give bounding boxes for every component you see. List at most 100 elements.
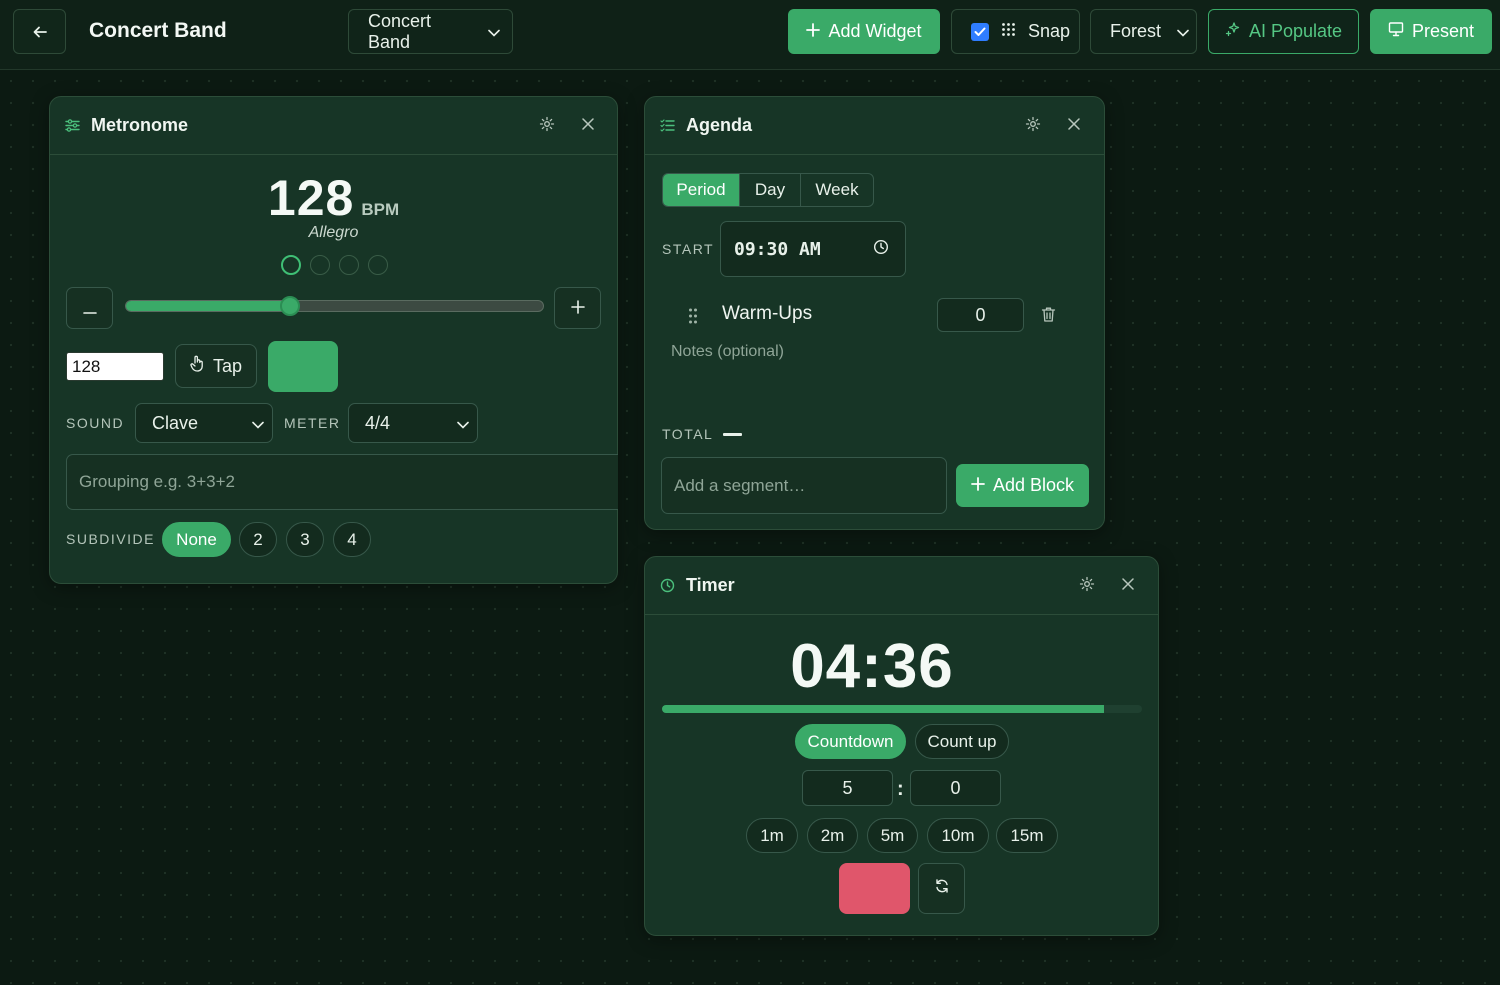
meter-select[interactable]: 4/4 — [348, 403, 478, 443]
segment-minutes-input[interactable]: 0 — [937, 298, 1024, 332]
sparkles-icon — [1225, 21, 1241, 42]
present-label: Present — [1411, 21, 1475, 41]
start-time-input[interactable]: 09:30 AM — [720, 221, 906, 277]
class-select[interactable]: Concert Band — [348, 9, 513, 54]
add-widget-label: Add Widget — [828, 21, 922, 41]
tab-period[interactable]: Period — [663, 174, 740, 206]
bpm-slider[interactable] — [125, 300, 544, 312]
beat-dot-3 — [339, 255, 359, 275]
chevron-down-icon — [1177, 21, 1189, 42]
increase-bpm-button[interactable] — [554, 287, 601, 329]
drag-handle-icon[interactable] — [688, 308, 698, 329]
subdivide-option-3[interactable]: 3 — [286, 522, 324, 557]
metronome-header[interactable]: Metronome — [50, 97, 617, 155]
clock-icon — [660, 578, 675, 593]
minus-icon — [82, 297, 97, 320]
chevron-down-icon — [488, 21, 500, 42]
plus-icon — [806, 21, 821, 42]
present-button[interactable]: Present — [1370, 9, 1492, 54]
snap-checkbox[interactable] — [971, 22, 989, 41]
timer-display: 04:36 — [790, 632, 954, 701]
mode-countdown[interactable]: Countdown — [795, 724, 906, 759]
tempo-name: Allegro — [308, 224, 359, 241]
theme-select[interactable]: Forest — [1090, 9, 1197, 54]
plus-icon — [570, 297, 585, 320]
time-separator: : — [897, 778, 904, 800]
subdivide-option-none[interactable]: None — [162, 522, 231, 557]
agenda-header[interactable]: Agenda — [645, 97, 1104, 155]
presentation-icon — [1388, 21, 1404, 42]
grid-dots-icon — [1001, 21, 1016, 42]
close-icon[interactable] — [1118, 574, 1137, 593]
subdivide-option-4[interactable]: 4 — [333, 522, 371, 557]
meter-label: METER — [284, 415, 341, 431]
minutes-input[interactable]: 5 — [802, 770, 893, 806]
agenda-view-tabs: Period Day Week — [662, 173, 874, 207]
tap-label: Tap — [212, 355, 243, 376]
back-button[interactable] — [13, 9, 66, 54]
theme-select-value: Forest — [1110, 21, 1162, 41]
timer-progress-bar — [662, 705, 1142, 713]
segment-notes-input[interactable]: Notes (optional) — [671, 343, 784, 361]
bpm-value: 128 — [267, 170, 355, 226]
ai-populate-button[interactable]: AI Populate — [1208, 9, 1359, 54]
beat-dot-2 — [310, 255, 330, 275]
gear-icon[interactable] — [1077, 574, 1096, 593]
tab-day[interactable]: Day — [740, 174, 801, 206]
stop-button[interactable] — [839, 863, 910, 914]
tab-week[interactable]: Week — [801, 174, 873, 206]
preset-2m[interactable]: 2m — [807, 818, 858, 853]
chevron-down-icon — [457, 413, 469, 434]
beat-indicators — [281, 255, 388, 275]
bpm-slider-fill — [126, 301, 291, 311]
gear-icon[interactable] — [1023, 114, 1042, 133]
sound-select-value: Clave — [152, 412, 199, 433]
preset-10m[interactable]: 10m — [927, 818, 989, 853]
subdivide-option-2[interactable]: 2 — [239, 522, 277, 557]
reset-button[interactable] — [918, 863, 965, 914]
trash-icon[interactable] — [1041, 306, 1056, 328]
bpm-slider-thumb[interactable] — [280, 296, 301, 316]
sound-select[interactable]: Clave — [135, 403, 273, 443]
decrease-bpm-button[interactable] — [66, 287, 113, 329]
add-widget-button[interactable]: Add Widget — [788, 9, 940, 54]
start-time-value: 09:30 AM — [734, 238, 821, 260]
segment-name[interactable]: Warm-Ups — [722, 303, 812, 325]
tap-tempo-button[interactable]: Tap — [175, 344, 257, 388]
class-select-value: Concert Band — [368, 10, 432, 52]
close-icon[interactable] — [1064, 114, 1083, 133]
total-value-empty — [723, 433, 742, 436]
close-icon[interactable] — [578, 114, 597, 133]
preset-15m[interactable]: 15m — [996, 818, 1058, 853]
bpm-unit: BPM — [361, 200, 400, 219]
timer-header[interactable]: Timer — [645, 557, 1158, 615]
metronome-widget[interactable]: Metronome 128 BPM Allegro 128 Tap SOUND … — [49, 96, 618, 584]
seconds-input[interactable]: 0 — [910, 770, 1001, 806]
add-segment-input[interactable]: Add a segment… — [661, 457, 947, 514]
timer-title: Timer — [686, 575, 735, 595]
start-label: START — [662, 241, 715, 257]
snap-label: Snap — [1028, 21, 1071, 41]
chevron-down-icon — [252, 413, 264, 434]
preset-1m[interactable]: 1m — [746, 818, 798, 853]
bpm-input[interactable]: 128 — [66, 352, 164, 381]
grouping-input[interactable]: Grouping e.g. 3+3+2 — [66, 454, 618, 510]
agenda-widget[interactable]: Agenda Period Day Week START 09:30 AM Wa… — [644, 96, 1105, 530]
snap-toggle[interactable]: Snap — [951, 9, 1080, 54]
plus-icon — [971, 475, 985, 496]
gear-icon[interactable] — [537, 114, 556, 133]
timer-widget[interactable]: Timer 04:36 Countdown Count up 5 : 0 1m … — [644, 556, 1159, 936]
subdivide-label: SUBDIVIDE — [66, 531, 155, 547]
meter-select-value: 4/4 — [365, 412, 391, 433]
add-block-button[interactable]: Add Block — [956, 464, 1089, 507]
refresh-icon — [934, 878, 950, 899]
mode-count-up[interactable]: Count up — [915, 724, 1009, 759]
arrow-left-icon — [30, 22, 49, 41]
sound-label: SOUND — [66, 415, 125, 431]
beat-flash-indicator — [268, 341, 338, 392]
hand-pointer-icon — [190, 355, 205, 377]
clock-icon[interactable] — [873, 239, 889, 260]
preset-5m[interactable]: 5m — [867, 818, 918, 853]
ai-populate-label: AI Populate — [1248, 21, 1343, 41]
add-block-label: Add Block — [992, 475, 1075, 495]
